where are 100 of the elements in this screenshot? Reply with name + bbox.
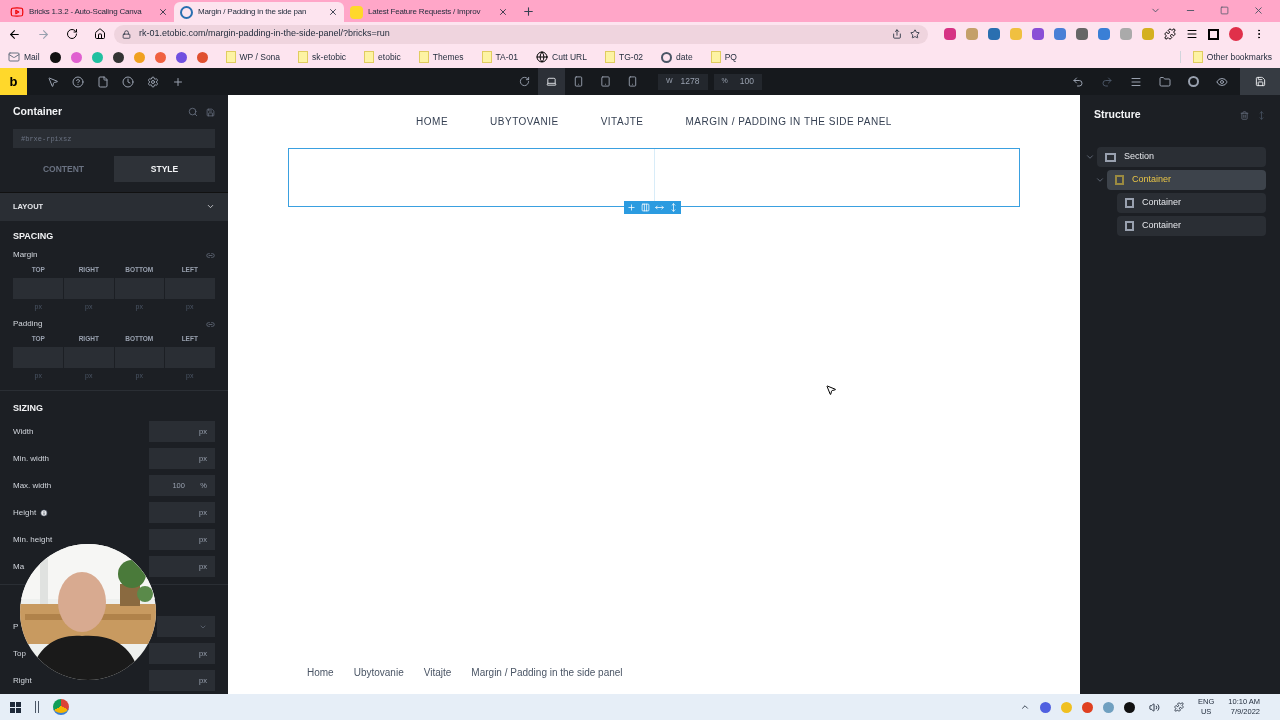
nav-link[interactable]: HOME [416,114,449,129]
bookmark[interactable]: TG-02 [605,50,644,64]
footer-link[interactable]: Margin / Padding in the side panel [471,665,623,680]
menu-icon[interactable] [1130,75,1142,88]
link-icon[interactable] [206,319,215,329]
extension-icon[interactable] [944,28,956,40]
bookmark[interactable]: WP / Sona [225,50,281,64]
bookmark-icon[interactable] [49,51,61,63]
address-bar[interactable]: rk-01.etobic.com/margin-padding-in-the-side-panel/?bricks=run [114,24,928,44]
bookmark[interactable]: Mail [8,50,40,64]
browser-tab[interactable]: Margin / Padding in the side pan [174,2,344,22]
browser-tab[interactable]: Bricks 1.3.2 - Auto-Scaling Canva [4,2,174,22]
history-icon[interactable] [122,75,134,88]
browser-tab[interactable]: Latest Feature Requests / Improv [344,2,514,22]
panel-tab[interactable]: STYLE [114,156,215,183]
star-icon[interactable] [910,29,920,39]
field-label: Height [13,506,149,519]
chrome-icon[interactable] [53,699,69,715]
home-icon[interactable] [94,28,106,40]
save-icon [1254,76,1266,87]
nav-link[interactable]: VITAJTE [600,114,644,129]
save-button[interactable] [1240,68,1280,95]
tray-icon[interactable] [1020,702,1031,712]
redo-icon[interactable] [1101,75,1113,88]
field-label: Min. height [13,533,54,546]
wordpress-icon[interactable] [1188,76,1199,87]
bookmark-icon[interactable] [112,51,124,63]
undo-icon[interactable] [1072,75,1084,88]
side-panel-icon[interactable] [1208,28,1219,40]
close-icon[interactable] [158,7,168,17]
forward-icon[interactable] [37,27,50,41]
structure-item[interactable]: Container [1117,216,1266,236]
bookmark[interactable]: Other bookmarks [1179,50,1272,64]
tray-app-icon[interactable] [1124,701,1136,713]
save-icon[interactable] [206,107,215,117]
info-icon[interactable] [40,508,49,517]
page-icon[interactable] [97,75,109,88]
extension-icon[interactable] [988,28,1000,40]
settings-icon[interactable] [147,75,159,88]
close-icon[interactable] [328,7,338,17]
add-icon[interactable] [627,203,636,212]
bookmark[interactable]: date [661,50,693,64]
volume-icon[interactable] [1149,701,1161,713]
close-window-icon[interactable] [1253,5,1264,16]
reading-list-icon[interactable] [1186,28,1198,40]
bookmark[interactable]: etobic [364,50,401,64]
field-label: Right [13,674,33,687]
laptop-icon [546,76,557,87]
nav-link[interactable]: UBYTOVANIE [490,114,559,129]
folder-icon [481,51,492,63]
chevron-icon[interactable] [1095,175,1105,185]
vertical-icon[interactable] [669,203,678,212]
preview-icon[interactable] [1216,75,1228,88]
extension-icon[interactable] [966,28,978,40]
bookmark[interactable]: Themes [418,50,464,64]
extensions-icon[interactable] [1164,28,1176,40]
task-view-icon[interactable] [35,701,39,713]
bookmark[interactable]: Cutt URL [536,50,587,64]
folder-icon [1192,51,1203,63]
extension-icon[interactable] [1032,28,1044,40]
horizontal-icon[interactable] [655,203,664,212]
tab-title: Bricks 1.3.2 - Auto-Scaling Canva [29,6,143,18]
search-icon[interactable] [188,107,198,118]
footer-link[interactable]: Home [307,665,334,680]
columns-icon[interactable] [641,203,650,212]
structure-item[interactable]: Container [1107,170,1266,190]
select-field[interactable] [157,616,215,637]
bookmark[interactable]: TA-01 [481,50,519,64]
wordpress-icon [180,5,193,19]
profile-avatar[interactable] [1229,27,1243,41]
device-button[interactable] [538,68,565,95]
footer-link[interactable]: Vitajte [423,665,452,680]
reload-icon[interactable] [66,28,78,40]
extension-icon[interactable] [1054,28,1066,40]
extension-icon[interactable] [1076,28,1088,40]
windows-icon[interactable] [10,701,21,713]
bookmark[interactable]: sk-etobic [298,50,347,64]
link-icon[interactable] [206,250,215,260]
nav-link[interactable]: MARGIN / PADDING IN THE SIDE PANEL [685,114,892,129]
refresh-icon[interactable] [519,76,530,87]
structure-item[interactable]: Container [1117,193,1266,213]
footer-link[interactable]: Ubytovanie [353,665,404,680]
structure-item[interactable]: Section [1097,147,1266,167]
bookmark[interactable]: PQ [710,50,737,64]
pointer-icon[interactable] [47,75,59,88]
share-icon[interactable] [892,29,902,39]
restore-icon[interactable] [1220,6,1229,15]
folder-icon[interactable] [1159,75,1171,88]
container-icon [1115,175,1124,185]
chevron-icon[interactable] [1085,152,1095,162]
extension-icon[interactable] [1098,28,1110,40]
new-tab-icon[interactable] [522,5,535,18]
add-icon[interactable] [172,75,184,88]
trash-icon[interactable] [1240,110,1249,120]
close-icon[interactable] [498,7,508,17]
back-icon[interactable] [8,27,21,41]
help-icon[interactable] [72,75,84,88]
bricks-logo[interactable]: b [0,68,27,95]
section-title: SIZING [13,401,44,415]
folder-icon [364,51,375,63]
